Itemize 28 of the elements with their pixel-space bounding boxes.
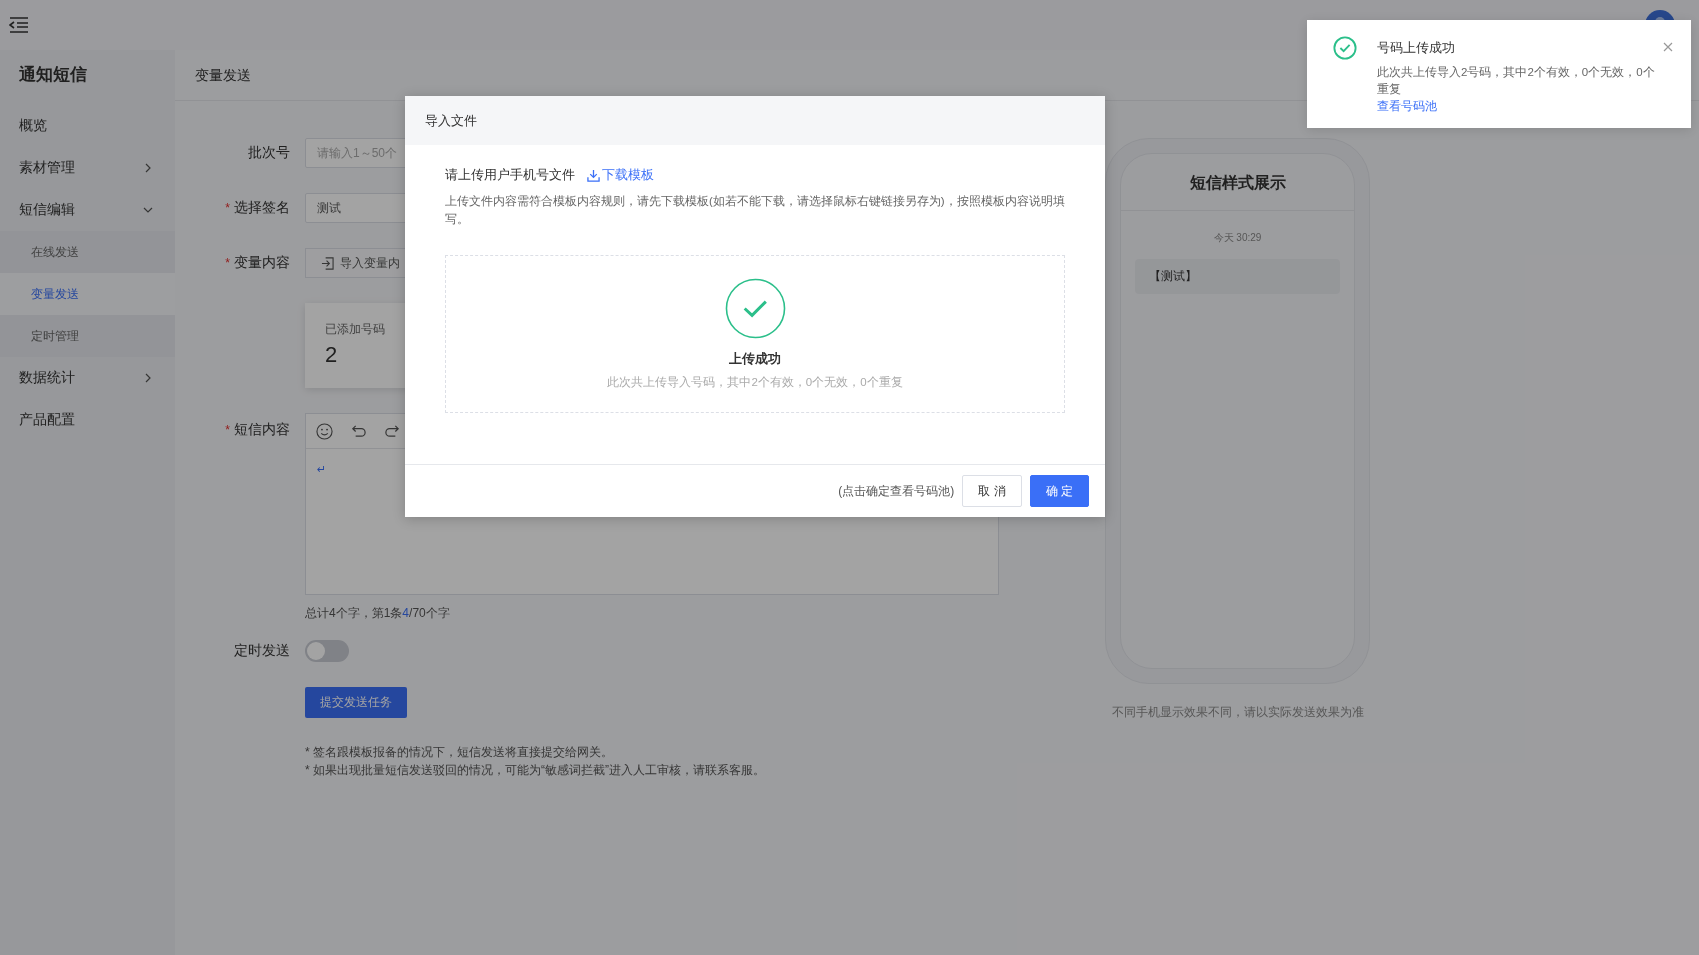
dialog-title: 导入文件	[425, 113, 477, 128]
field-label: 选择签名	[234, 199, 290, 215]
required-mark: *	[225, 201, 230, 215]
required-mark: *	[225, 423, 230, 437]
upload-prompt: 请上传用户手机号文件	[445, 166, 575, 184]
count-label: 已添加号码	[325, 321, 386, 338]
required-mark: *	[225, 256, 230, 270]
character-count: 总计4个字，第1条4/70个字	[305, 605, 450, 622]
confirm-hint: (点击确定查看号码池)	[838, 482, 955, 500]
message-bubble: 【测试】	[1135, 259, 1340, 294]
page-title: 变量发送	[195, 67, 251, 83]
field-label: 变量内容	[234, 254, 290, 270]
notification-title: 号码上传成功	[1377, 39, 1456, 57]
field-label: 批次号	[248, 144, 290, 160]
field-label: 定时发送	[234, 642, 290, 658]
field-label: 短信内容	[234, 421, 290, 437]
preview-title: 短信样式展示	[1121, 154, 1354, 211]
notification-message: 此次共上传导入2号码，其中2个有效，0个无效，0个重复	[1377, 65, 1656, 97]
upload-description: 上传文件内容需符合模板内容规则，请先下载模板(如若不能下载，请选择鼠标右键链接另存为)，按照模板内容说明填写。	[445, 194, 1065, 227]
note-text: * 如果出现批量短信发送驳回的情况，可能为“敏感词拦截”进入人工审核，请联系客服。	[305, 762, 765, 779]
message-time: 今天 30:29	[1212, 231, 1263, 245]
sidebar-title: 通知短信	[18, 64, 88, 86]
upload-result: 此次共上传导入号码，其中2个有效，0个无效，0个重复	[607, 375, 903, 390]
upload-status: 上传成功	[729, 350, 781, 368]
count-value: 2	[325, 342, 339, 368]
note-text: * 签名跟模板报备的情况下，短信发送将直接提交给网关。	[305, 744, 614, 761]
preview-caption: 不同手机显示效果不同，请以实际发送效果为准	[1111, 704, 1364, 721]
paragraph-mark: ↵	[317, 463, 327, 475]
